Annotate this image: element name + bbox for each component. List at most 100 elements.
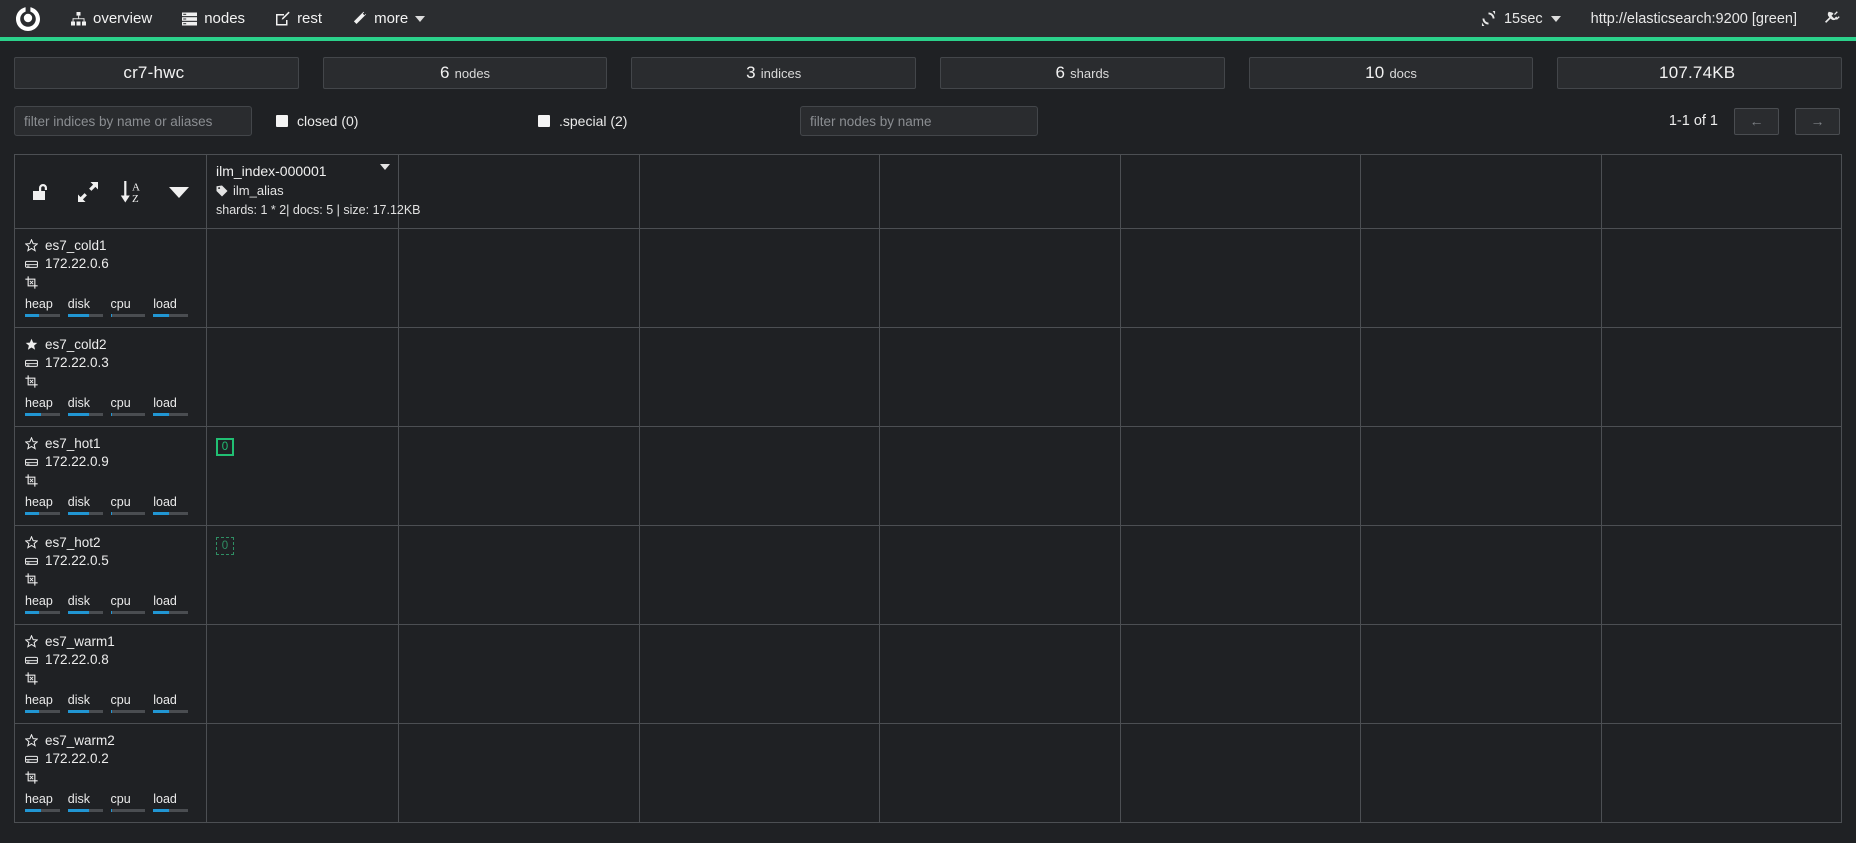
metric-heap[interactable]: heap [25, 792, 68, 812]
metric-label: disk [68, 396, 103, 410]
node-name-line[interactable]: es7_cold1 [25, 237, 196, 254]
nav-item-nodes[interactable]: nodes [167, 0, 260, 37]
metric-heap[interactable]: heap [25, 594, 68, 614]
metric-load[interactable]: load [153, 594, 196, 614]
metric-load[interactable]: load [153, 396, 196, 416]
metric-cpu[interactable]: cpu [111, 792, 154, 812]
closed-indices-label: closed (0) [297, 113, 358, 129]
metric-track [153, 809, 188, 812]
index-menu-caret-icon[interactable] [380, 164, 390, 170]
node-name-line[interactable]: es7_warm1 [25, 633, 196, 650]
cluster-host-status[interactable]: http://elasticsearch:9200 [green] [1575, 0, 1813, 37]
empty-cell [1361, 526, 1602, 624]
index-header-cell[interactable]: ilm_index-000001 ilm_alias shards: 1 * 2… [207, 155, 399, 228]
refresh-icon [1481, 11, 1496, 26]
metric-cpu[interactable]: cpu [111, 693, 154, 713]
metric-disk[interactable]: disk [68, 594, 111, 614]
disconnect-button[interactable] [1813, 0, 1856, 37]
empty-cell [640, 328, 881, 426]
nav-item-more[interactable]: more [337, 0, 440, 37]
table-row: es7_cold1172.22.0.6heapdiskcpuload [15, 229, 1841, 328]
stat-label: indices [761, 66, 801, 81]
toggle-lock-button[interactable] [19, 163, 65, 221]
node-name-line[interactable]: es7_cold2 [25, 336, 196, 353]
metric-fill [153, 314, 169, 317]
metric-cpu[interactable]: cpu [111, 495, 154, 515]
metric-disk[interactable]: disk [68, 297, 111, 317]
metric-load[interactable]: load [153, 792, 196, 812]
shard-replica[interactable]: 0 [216, 537, 234, 555]
metric-disk[interactable]: disk [68, 792, 111, 812]
empty-cell [1121, 427, 1362, 525]
node-metrics: heapdiskcpuload [25, 396, 196, 416]
expand-all-button[interactable] [65, 163, 111, 221]
star-outline-icon[interactable] [25, 239, 38, 252]
metric-heap[interactable]: heap [25, 297, 68, 317]
node-ip-line: 172.22.0.2 [25, 750, 196, 767]
closed-indices-checkbox[interactable]: closed (0) [276, 113, 514, 129]
star-outline-icon[interactable] [25, 635, 38, 648]
metric-fill [25, 710, 39, 713]
header-blank-cell [399, 155, 640, 228]
star-outline-icon[interactable] [25, 437, 38, 450]
node-metrics: heap diskcpuload [25, 495, 196, 515]
metric-label: heap [25, 495, 60, 509]
metric-label: disk [68, 297, 103, 311]
index-filter-input[interactable] [14, 106, 252, 136]
metric-load[interactable]: load [153, 693, 196, 713]
metric-cpu[interactable]: cpu [111, 396, 154, 416]
nav-item-rest[interactable]: rest [260, 0, 337, 37]
shard-primary[interactable]: 0 [216, 438, 234, 456]
checkbox-box[interactable] [276, 115, 288, 127]
star-filled-icon[interactable] [25, 338, 38, 351]
metric-label: load [153, 396, 188, 410]
node-name-label: es7_hot2 [45, 534, 101, 551]
node-name-line[interactable]: es7_warm2 [25, 732, 196, 749]
metric-load[interactable]: load [153, 297, 196, 317]
metric-track [153, 611, 188, 614]
nav-item-more-label: more [374, 10, 408, 27]
brand-logo[interactable] [0, 0, 56, 37]
pagination-prev-button[interactable]: ← [1734, 108, 1779, 135]
node-name-line[interactable]: es7_hot2 [25, 534, 196, 551]
node-role-icon [25, 276, 38, 289]
table-options-button[interactable] [156, 163, 202, 221]
metric-disk[interactable]: disk [68, 693, 111, 713]
metric-fill [153, 611, 169, 614]
pagination-next-button[interactable]: → [1795, 108, 1840, 135]
node-name-line[interactable]: es7_hot1 [25, 435, 196, 452]
index-alias: ilm_alias [216, 182, 389, 200]
node-role-icon [25, 672, 38, 685]
star-outline-icon[interactable] [25, 734, 38, 747]
metric-disk[interactable]: disk [68, 495, 111, 515]
nav-item-overview[interactable]: overview [56, 0, 167, 37]
star-outline-icon[interactable] [25, 536, 38, 549]
metric-fill [153, 413, 169, 416]
cluster-stats-row: cr7-hwc 6 nodes 3 indices 6 shards 10 do… [0, 41, 1856, 89]
metric-fill [153, 512, 169, 515]
metric-fill [111, 809, 112, 812]
metric-label: cpu [111, 693, 146, 707]
metric-load[interactable]: load [153, 495, 196, 515]
metric-fill [111, 611, 112, 614]
table-header-row: A Z ilm_index-000001 [15, 155, 1841, 229]
node-filter-input[interactable] [800, 106, 1038, 136]
metric-track [111, 611, 146, 614]
metric-heap[interactable]: heap [25, 495, 68, 515]
metric-cpu[interactable]: cpu [111, 594, 154, 614]
checkbox-box[interactable] [538, 115, 550, 127]
empty-cell [399, 526, 640, 624]
empty-cell [399, 427, 640, 525]
sort-alpha-button[interactable]: A Z [111, 163, 157, 221]
refresh-interval-selector[interactable]: 15sec [1467, 0, 1575, 37]
metric-heap[interactable]: heap [25, 396, 68, 416]
empty-cell [1121, 328, 1362, 426]
metric-heap[interactable]: heap [25, 693, 68, 713]
metric-disk[interactable]: disk [68, 396, 111, 416]
node-cell-es7_hot2: es7_hot2172.22.0.5heapdiskcpuload [15, 526, 207, 624]
metric-track [153, 314, 188, 317]
node-roles [25, 571, 196, 588]
metric-cpu[interactable]: cpu [111, 297, 154, 317]
special-indices-checkbox[interactable]: .special (2) [538, 113, 776, 129]
metric-track [111, 710, 146, 713]
